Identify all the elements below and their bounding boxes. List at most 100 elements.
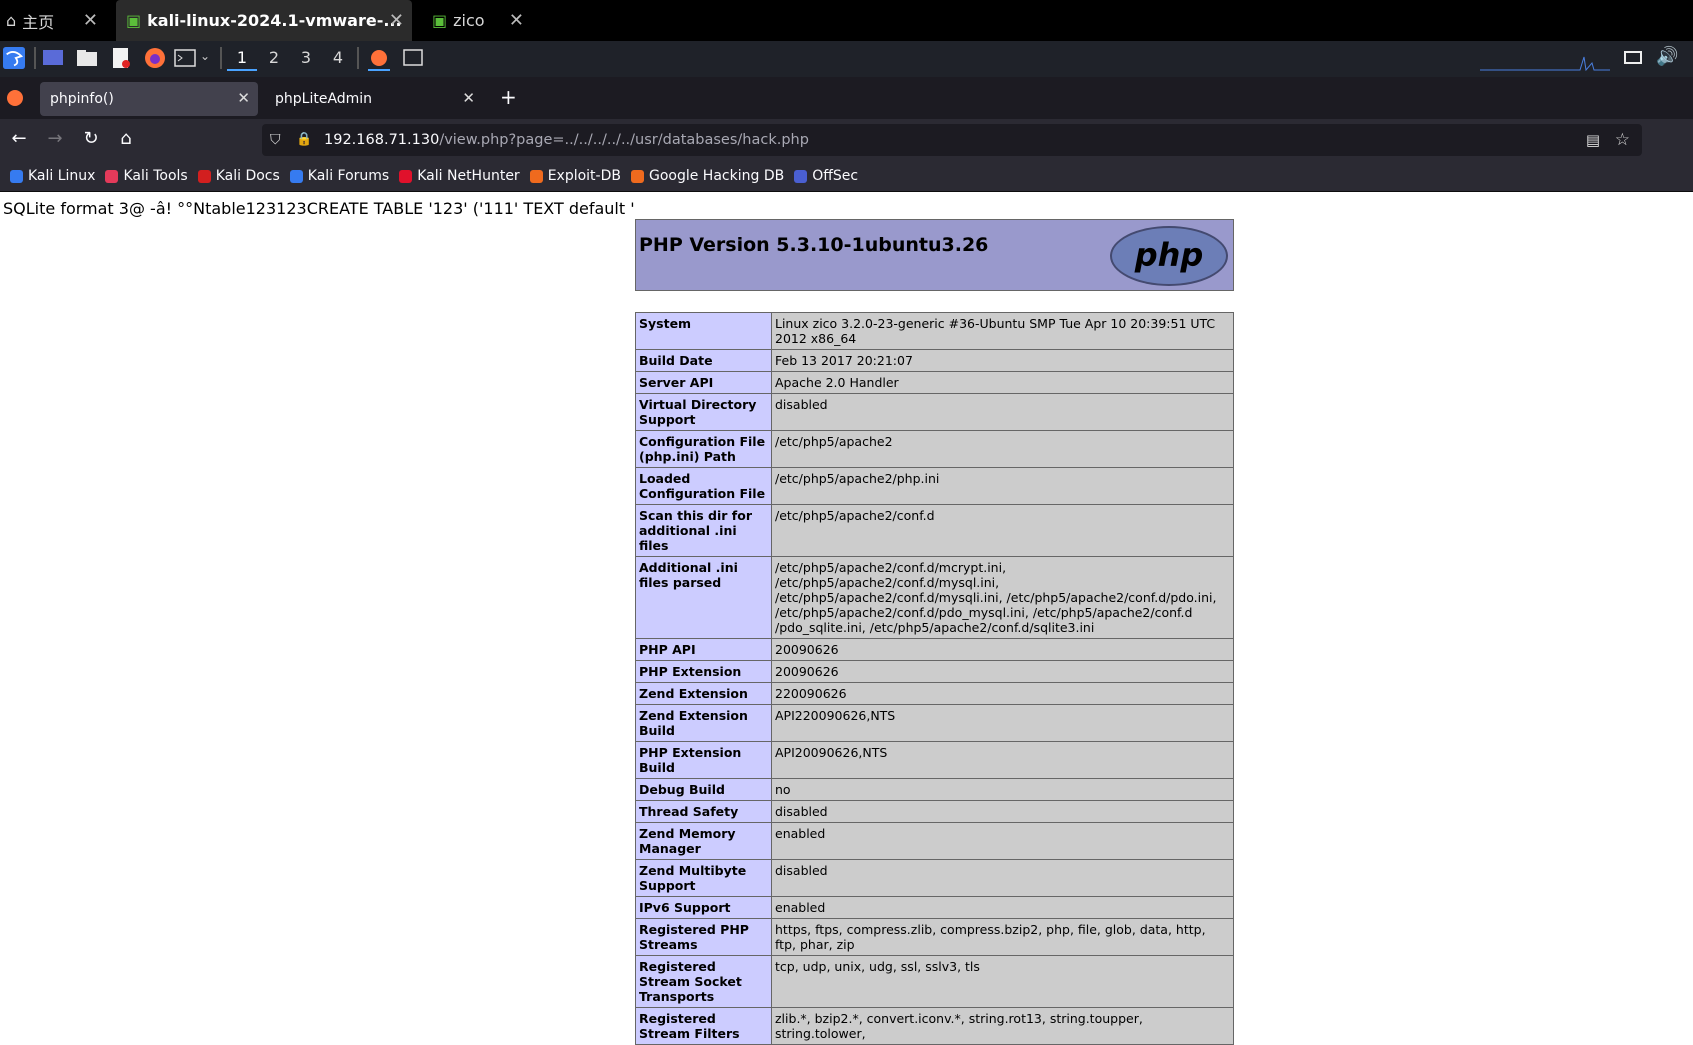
lock-icon[interactable]: 🔒 <box>296 124 312 156</box>
firefox-icon[interactable] <box>144 47 166 69</box>
row-key: PHP API <box>635 638 772 661</box>
shield-icon[interactable]: ⛉ <box>270 124 281 156</box>
bookmark-favicon-icon <box>529 169 543 183</box>
row-key: Registered PHP Streams <box>635 918 772 956</box>
bookmark-label: Kali Docs <box>215 168 280 184</box>
row-value: /etc/php5/apache2/php.ini <box>771 467 1234 505</box>
forward-button[interactable]: → <box>43 128 67 149</box>
row-key: PHP Extension <box>635 660 772 683</box>
row-value: Apache 2.0 Handler <box>771 371 1234 394</box>
terminal-icon[interactable] <box>174 47 196 69</box>
navigation-bar: ← → ↻ ⌂ ⛉ 🔒 192.168.71.130/view.php?page… <box>0 119 1693 161</box>
bookmark-star-icon[interactable]: ☆ <box>1615 124 1630 156</box>
bookmark-item[interactable]: Kali Linux <box>10 168 95 184</box>
panel-separator <box>357 47 359 69</box>
table-row: Virtual Directory Support disabled <box>635 393 1234 431</box>
vm-tab-kali[interactable]: ▣ kali-linux-2024.1-vmware-... ✕ <box>116 0 412 41</box>
bookmark-favicon-icon <box>399 169 413 183</box>
row-value: zlib.*, bzip2.*, convert.iconv.*, string… <box>771 1007 1234 1045</box>
url-host: 192.168.71.130 <box>324 132 440 148</box>
table-row: System Linux zico 3.2.0-23-generic #36-Ub… <box>635 312 1234 350</box>
vm-tab-label: zico <box>453 11 485 30</box>
row-key: Scan this dir for additional .ini files <box>635 504 772 557</box>
bookmark-favicon-icon <box>10 169 23 183</box>
table-row: Zend Extension Build API220090626,NTS <box>635 704 1234 742</box>
workspace-3[interactable]: 3 <box>291 47 321 69</box>
php-logo-text: php <box>1134 236 1204 274</box>
row-key: Build Date <box>635 349 772 372</box>
text-editor-icon[interactable] <box>110 47 132 69</box>
home-icon: ⌂ <box>6 11 17 30</box>
reload-button[interactable]: ↻ <box>79 128 103 149</box>
close-icon[interactable]: ✕ <box>237 89 250 107</box>
page-title: PHP Version 5.3.10-1ubuntu3.26 <box>639 234 989 256</box>
table-row: Registered PHP Streams https, ftps, compr… <box>635 918 1234 956</box>
back-button[interactable]: ← <box>7 128 31 149</box>
bookmark-favicon-icon <box>630 169 644 183</box>
url-path: /view.php?page=../../../../../usr/databa… <box>439 132 809 148</box>
bookmark-item[interactable]: Kali Tools <box>105 168 188 184</box>
tab-label: phpLiteAdmin <box>275 91 373 107</box>
tab-phpinfo[interactable]: phpinfo() ✕ <box>40 82 258 116</box>
bookmark-label: Kali Linux <box>28 168 96 184</box>
row-value: https, ftps, compress.zlib, compress.bzi… <box>771 918 1234 956</box>
firefox-view-icon[interactable] <box>6 89 24 107</box>
home-button[interactable]: ⌂ <box>114 128 138 149</box>
firefox-window-icon[interactable] <box>368 47 390 71</box>
table-row: Loaded Configuration File/etc/php5/apach… <box>635 467 1234 505</box>
bookmark-item[interactable]: Kali Forums <box>289 168 390 184</box>
workspace-1[interactable]: 1 <box>227 47 257 71</box>
row-value: tcp, udp, unix, udg, ssl, sslv3, tls <box>771 955 1234 1008</box>
chevron-down-icon[interactable]: ⌄ <box>200 49 210 63</box>
row-key: Additional .ini files parsed <box>635 556 772 639</box>
kali-menu-icon[interactable] <box>2 47 26 69</box>
bookmark-label: Exploit-DB <box>547 168 621 184</box>
bookmark-favicon-icon <box>197 169 211 183</box>
row-key: Zend Extension <box>635 682 772 705</box>
row-value: /etc/php5/apache2/conf.d <box>771 504 1234 557</box>
close-icon[interactable]: ✕ <box>509 10 524 31</box>
vm-tab-zico[interactable]: ▣ zico ✕ <box>424 0 532 41</box>
bookmarks-toolbar: Kali Linux Kali Tools Kali Docs Kali Forums… <box>0 161 1693 192</box>
new-tab-button[interactable]: + <box>500 85 517 109</box>
sqlite-output-text: SQLite format 3@ -â! °°Ntable123123CREAT… <box>3 199 635 218</box>
bookmark-item[interactable]: OffSec <box>794 168 858 184</box>
table-row: Build Date Feb 13 2017 20:21:07 <box>635 349 1234 372</box>
files-icon[interactable] <box>76 47 98 69</box>
vm-tab-strip: ⌂ 主页 ✕ ▣ kali-linux-2024.1-vmware-... ✕ … <box>0 0 1693 41</box>
table-row: PHP API 20090626 <box>635 638 1234 661</box>
table-row: Scan this dir for additional .ini files /… <box>635 504 1234 557</box>
display-icon[interactable] <box>1622 47 1644 69</box>
row-value: 220090626 <box>771 682 1234 705</box>
tab-phpliteadmin[interactable]: phpLiteAdmin ✕ <box>265 82 483 116</box>
close-icon[interactable]: ✕ <box>389 10 404 31</box>
row-key: Virtual Directory Support <box>635 393 772 431</box>
workspace-2[interactable]: 2 <box>259 47 289 69</box>
volume-icon[interactable]: 🔊 <box>1656 46 1678 67</box>
terminal-window-icon[interactable] <box>402 47 424 69</box>
bookmark-item[interactable]: Kali NetHunter <box>399 168 520 184</box>
bookmark-label: Kali Forums <box>307 168 390 184</box>
workspace-4[interactable]: 4 <box>323 47 353 69</box>
desktop-icon[interactable] <box>42 47 64 69</box>
table-row: Thread Safety disabled <box>635 800 1234 823</box>
table-row: Configuration File (php.ini) Path/etc/ph… <box>635 430 1234 468</box>
close-icon[interactable]: ✕ <box>83 10 98 31</box>
row-key: PHP Extension Build <box>635 741 772 779</box>
url-bar[interactable]: ⛉ 🔒 192.168.71.130/view.php?page=../../.… <box>262 124 1642 156</box>
reader-view-icon[interactable]: ▤ <box>1586 124 1600 156</box>
table-row: PHP Extension 20090626 <box>635 660 1234 683</box>
row-value: disabled <box>771 393 1234 431</box>
row-value: disabled <box>771 859 1234 897</box>
close-icon[interactable]: ✕ <box>462 89 475 107</box>
vm-tab-home[interactable]: ⌂ 主页 ✕ <box>6 0 106 41</box>
row-key: Registered Stream Socket Transports <box>635 955 772 1008</box>
bookmark-item[interactable]: Kali Docs <box>197 168 280 184</box>
phpinfo-table: System Linux zico 3.2.0-23-generic #36-Ub… <box>635 312 1234 1045</box>
php-logo[interactable]: php <box>1110 226 1228 286</box>
bookmark-label: Kali NetHunter <box>417 168 520 184</box>
bookmark-item[interactable]: Google Hacking DB <box>630 168 784 184</box>
bookmark-item[interactable]: Exploit-DB <box>529 168 621 184</box>
row-value: disabled <box>771 800 1234 823</box>
row-value: enabled <box>771 822 1234 860</box>
